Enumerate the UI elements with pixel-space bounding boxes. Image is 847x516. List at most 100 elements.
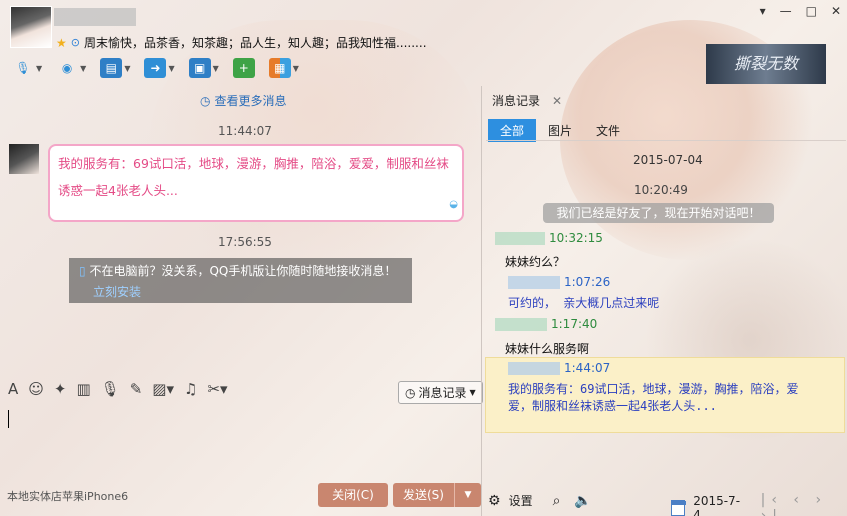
sender-name-redacted [508,361,560,375]
history-filter-tabs: 全部 图片 文件 [488,119,632,142]
file-transfer-button[interactable]: ➜ ▼ [140,56,178,80]
contact-avatar[interactable] [10,6,52,48]
sender-name-redacted [508,275,560,289]
history-message[interactable]: 妹妹什么服务啊 [505,340,589,357]
maximize-button[interactable]: □ [806,4,817,18]
qq-icon: ⊙ [70,36,80,49]
skin-banner: 撕裂无数 [706,44,826,84]
file-transfer-icon: ➜ [144,58,167,78]
history-navigation: 2015-7-4 |‹ ‹ › ›| [671,492,847,516]
history-timestamp: 10:20:49 [634,183,688,197]
window-menu-button[interactable]: ▾ [760,4,766,18]
new-chat-button[interactable]: + [229,56,259,80]
emoji-icon[interactable]: ☺ [28,380,44,398]
nudge-icon[interactable]: ✦ [54,380,67,398]
message-timestamp: 11:44:07 [218,124,272,138]
microphone-button[interactable]: 🎙 ▼ [8,56,46,80]
message-history-button[interactable]: ◷ 消息记录 ▼ [398,381,483,404]
speaker-icon[interactable]: 🔈 [574,493,591,509]
clock-icon: ◷ [405,385,416,400]
contact-nickname-redacted [54,8,136,26]
close-window-button[interactable]: ✕ [831,4,841,18]
bubble-decoration-icon: ◒ [449,199,458,210]
settings-label[interactable]: 设置 [509,492,533,509]
minimize-button[interactable]: — [780,4,792,18]
text-input-cursor[interactable] [8,410,9,428]
input-toolbar: A ☺ ✦ ▥ 🎙 ✎ ▨▾ ♫ ✂▾ [8,380,228,398]
music-icon[interactable]: ♫ [184,380,197,398]
sender-name-redacted [495,231,545,245]
signature-row: ★ ⊙ 周末愉快，品茶香，知茶趣；品人生，知人趣；品我知性福........ [56,34,427,51]
chat-window: ★ ⊙ 周末愉快，品茶香，知茶趣；品人生，知人趣；品我知性福........ ▾… [0,0,847,516]
close-button[interactable]: 关闭(C) [318,483,388,507]
tab-all[interactable]: 全部 [488,119,537,142]
chat-pane: ◷ 查看更多消息 11:44:07 我的服务有：69试口活，地球，漫游，胸推，陪… [0,84,481,484]
pane-divider[interactable] [481,86,482,516]
new-chat-icon: + [232,58,255,78]
sender-avatar[interactable] [9,144,39,174]
ad-text[interactable]: 本地实体店苹果iPhone6 [7,488,128,504]
search-icon[interactable]: ⌕ [553,493,561,509]
send-button[interactable]: 发送(S) ▼ [393,483,481,507]
mobile-qq-notice: ▯ 不在电脑前？没关系，QQ手机版让你随时随地接收消息！ 立刻安装 [69,258,412,303]
history-time: 1:07:26 [564,275,611,289]
notice-text: 不在电脑前？没关系，QQ手机版让你随时随地接收消息！ [89,264,397,278]
window-controls: ▾ — □ ✕ [760,4,841,18]
history-tab-title[interactable]: 消息记录 [492,92,540,109]
webcam-icon: ◉ [61,61,73,75]
image-icon[interactable]: ▨▾ [152,380,174,398]
history-time: 10:32:15 [549,231,603,245]
chevron-down-icon: ▼ [212,63,219,73]
history-divider [486,140,846,141]
signature-text: 周末愉快，品茶香，知茶趣；品人生，知人趣；品我知性福........ [83,36,427,50]
history-nav-date[interactable]: 2015-7-4 [693,494,740,516]
star-icon: ★ [56,35,67,50]
apps-button[interactable]: ▦ ▼ [265,56,303,80]
chevron-down-icon: ▼ [80,63,87,73]
history-message[interactable]: 妹妹约么？ [505,253,565,270]
microphone-icon: 🎙 [15,61,31,75]
chevron-down-icon: ▼ [36,63,43,73]
chevron-down-icon: ▼ [124,63,131,73]
tab-files[interactable]: 文件 [584,119,632,142]
history-message[interactable]: 可约的， 亲大概几点过来呢 [508,295,659,312]
font-icon[interactable]: A [8,380,18,398]
screen-share-button[interactable]: ▤ ▼ [96,56,134,80]
history-time: 1:44:07 [564,361,611,375]
close-icon[interactable]: ✕ [552,94,562,108]
screen-share-icon: ▤ [100,58,123,78]
send-options-icon[interactable]: ▼ [455,483,481,507]
system-message: 我们已经是好友了，现在开始对话吧！ [543,203,774,223]
history-nav-arrows-icon[interactable]: |‹ ‹ › ›| [761,492,847,516]
history-time: 1:17:40 [551,317,598,331]
remote-desktop-icon: ▣ [188,58,211,78]
message-history-label: 消息记录 [418,386,467,400]
message-bubble[interactable]: 我的服务有：69试口活，地球，漫游，胸推，陪浴，爱爱，制服和丝袜诱惑一起4张老人… [48,144,464,222]
apps-icon: ▦ [268,58,291,78]
chevron-down-icon: ▼ [292,63,299,73]
calendar-icon[interactable] [671,500,687,516]
message-timestamp: 17:56:55 [218,235,272,249]
more-messages-label: 查看更多消息 [214,94,287,108]
tab-images[interactable]: 图片 [536,119,584,142]
remote-desktop-button[interactable]: ▣ ▼ [185,56,223,80]
webcam-button[interactable]: ◉ ▼ [52,56,90,80]
history-sender: 10:32:15 [495,231,603,245]
history-date: 2015-07-04 [633,153,703,167]
voice-icon[interactable]: 🎙 [101,380,120,398]
magic-icon[interactable]: ▥ [76,380,90,398]
install-link[interactable]: 立刻安装 [93,283,402,300]
history-sender: 1:17:40 [495,317,597,331]
history-footer: ⚙ 设置 ⌕ 🔈 [488,492,592,509]
history-sender: 1:07:26 [508,275,610,289]
screenshot-icon[interactable]: ✂▾ [207,380,227,398]
edit-icon[interactable]: ✎ [130,380,143,398]
history-message[interactable]: 我的服务有：69试口活，地球，漫游，胸推，陪浴，爱爱，制服和丝袜诱惑一起4张老人… [508,381,808,415]
gear-icon[interactable]: ⚙ [488,493,501,509]
send-label[interactable]: 发送(S) [393,483,455,507]
more-messages-link[interactable]: ◷ 查看更多消息 [200,92,287,109]
message-text: 我的服务有：69试口活，地球，漫游，胸推，陪浴，爱爱，制服和丝袜诱惑一起4张老人… [58,156,449,198]
chevron-down-icon: ▼ [469,388,476,397]
chevron-down-icon: ▼ [168,63,175,73]
chat-toolbar: 🎙 ▼ ◉ ▼ ▤ ▼ ➜ ▼ ▣ ▼ + ▦ ▼ [8,56,303,80]
